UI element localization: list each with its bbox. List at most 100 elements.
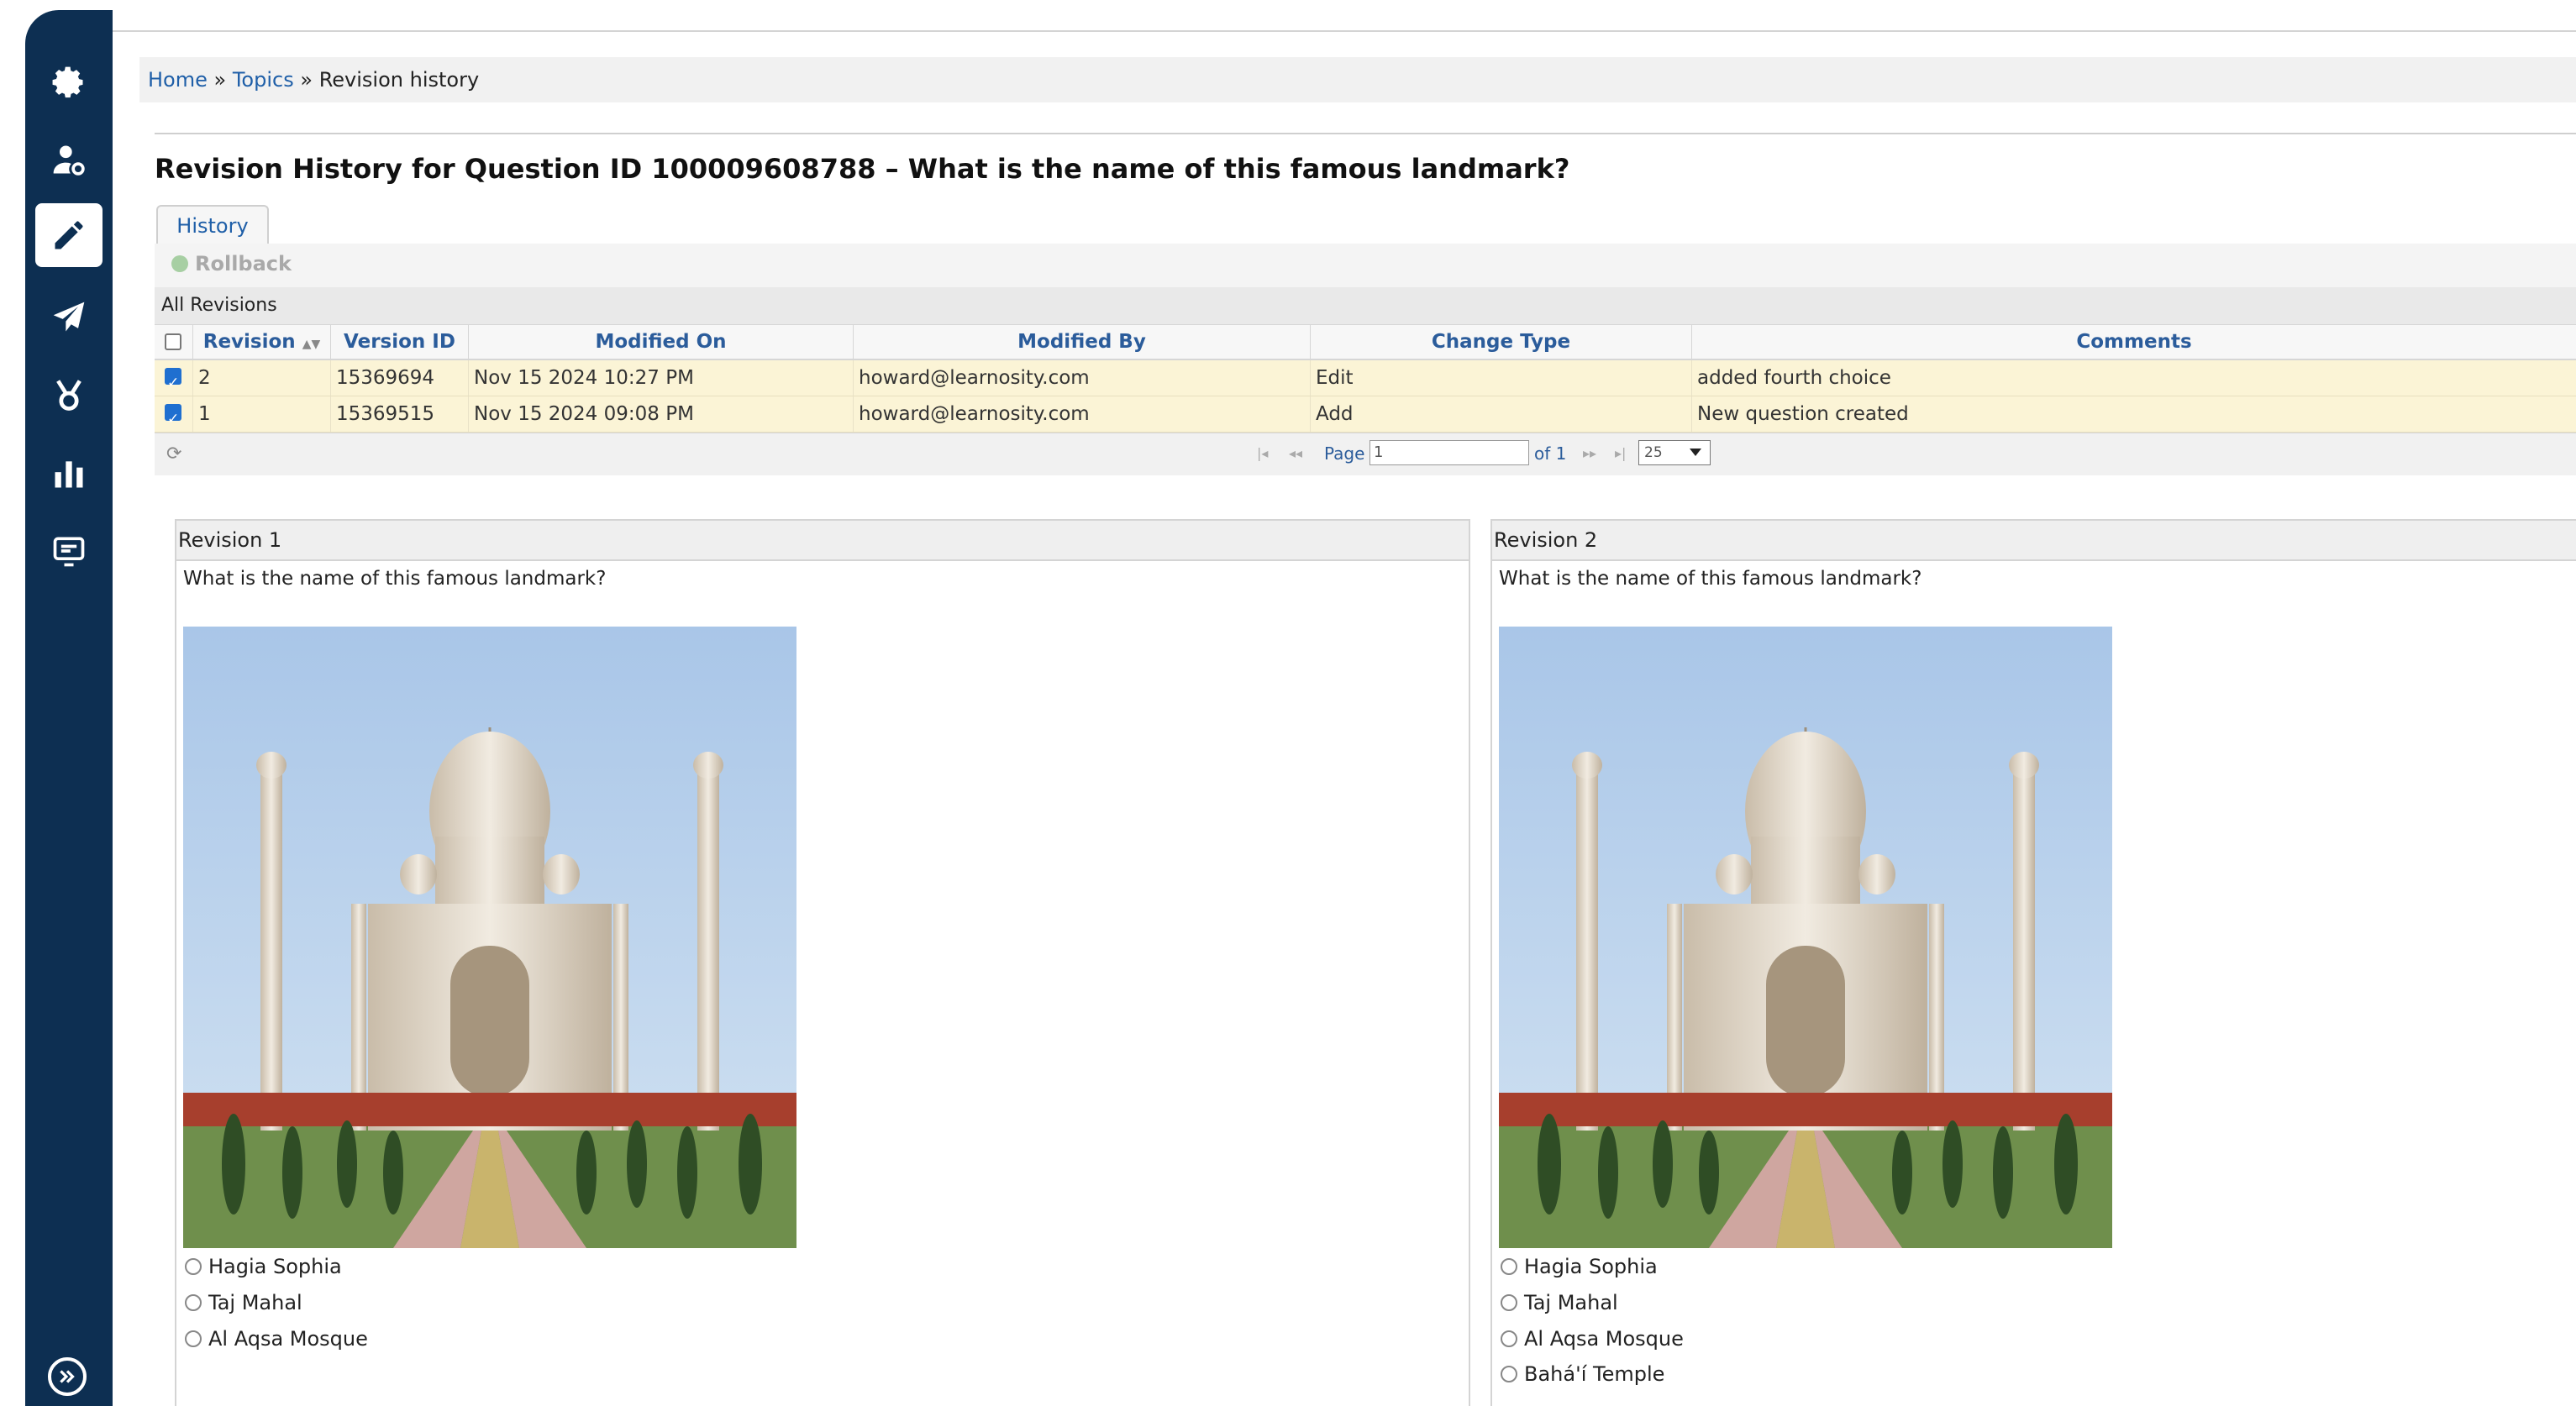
rollback-button[interactable]: Rollback <box>171 252 292 275</box>
column-header-label: Revision <box>202 331 296 353</box>
cell-version-id: 15369515 <box>331 396 469 432</box>
row-select-cell <box>155 396 193 437</box>
revision-title: Revision 1 <box>176 521 1469 561</box>
option-label: Al Aqsa Mosque <box>208 1327 368 1351</box>
double-chevron-right-icon <box>60 1370 75 1383</box>
select-all-checkbox[interactable] <box>165 333 181 350</box>
user-settings-icon <box>53 145 85 176</box>
breadcrumb-separator: » <box>300 68 313 92</box>
radio-button[interactable] <box>185 1258 202 1275</box>
option-label: Al Aqsa Mosque <box>1524 1327 1684 1351</box>
authoring-nav-item[interactable] <box>35 203 103 267</box>
column-header-comments[interactable]: Comments <box>1692 325 2576 359</box>
radio-button[interactable] <box>1501 1330 1517 1347</box>
landmark-image <box>183 627 796 1248</box>
radio-button[interactable] <box>185 1330 202 1347</box>
cell-comments: added fourth choice <box>1697 367 1891 389</box>
grid-caption: All Revisions <box>155 287 2576 325</box>
question-stem: What is the name of this famous landmark… <box>1499 568 1922 590</box>
cell-comments: New question created <box>1697 403 1909 425</box>
settings-nav-item[interactable] <box>35 50 103 114</box>
title-divider <box>155 133 2576 134</box>
sort-arrows-icon: ▲▼ <box>302 338 321 351</box>
radio-button[interactable] <box>1501 1294 1517 1311</box>
monitor-icon <box>53 537 85 567</box>
rollback-icon <box>171 255 188 272</box>
answer-option[interactable]: Hagia Sophia <box>1501 1255 1658 1278</box>
option-label: Hagia Sophia <box>1524 1255 1658 1278</box>
rollback-label: Rollback <box>195 252 292 275</box>
row-checkbox[interactable] <box>165 401 181 437</box>
radio-button[interactable] <box>1501 1258 1517 1275</box>
table-row[interactable]: 1 15369515 Nov 15 2024 09:08 PM howard@l… <box>155 396 2576 437</box>
breadcrumb-current: Revision history <box>318 68 480 92</box>
option-label: Hagia Sophia <box>208 1255 342 1278</box>
top-divider <box>113 30 2576 32</box>
revision-2-panel: Revision 2 What is the name of this famo… <box>1490 519 2576 1406</box>
option-label: Taj Mahal <box>1524 1291 1618 1314</box>
next-page-icon[interactable]: ▸▸ <box>1583 445 1596 461</box>
grid-pager: ⟳ |◂ ◂◂ Page 1 of 1 ▸▸ ▸| 25 <box>155 433 2576 475</box>
answer-option[interactable]: Al Aqsa Mosque <box>1501 1327 1684 1351</box>
cell-modified-by: howard@learnosity.com <box>854 396 1311 432</box>
cell-change-type: Edit <box>1311 360 1692 396</box>
first-page-icon[interactable]: |◂ <box>1257 445 1268 461</box>
refresh-icon[interactable]: ⟳ <box>166 443 181 464</box>
bar-chart-icon <box>55 461 83 488</box>
tab-history[interactable]: History <box>156 205 269 244</box>
breadcrumb: Home » Topics » Revision history <box>139 57 2576 102</box>
revision-1-panel: Revision 1 What is the name of this famo… <box>175 519 1470 1406</box>
badge-icon <box>56 380 81 411</box>
users-nav-item[interactable] <box>35 128 103 191</box>
row-checkbox[interactable] <box>165 365 181 401</box>
landmark-image <box>1499 627 2112 1248</box>
option-label: Taj Mahal <box>208 1291 302 1314</box>
tab-bar: History <box>155 205 2576 245</box>
answer-option[interactable]: Bahá'í Temple <box>1501 1362 1664 1386</box>
answer-option[interactable]: Hagia Sophia <box>185 1255 342 1278</box>
achievements-nav-item[interactable] <box>35 363 103 427</box>
cell-modified-on: Nov 15 2024 09:08 PM <box>469 396 854 432</box>
revisions-grid: All Revisions Revision ▲▼ Version ID Mod… <box>155 287 2576 475</box>
column-header-version-id[interactable]: Version ID <box>331 325 469 359</box>
column-header-modified-by[interactable]: Modified By <box>854 325 1311 359</box>
question-stem: What is the name of this famous landmark… <box>183 568 607 590</box>
page-title: Revision History for Question ID 1000096… <box>155 153 1570 185</box>
gear-icon <box>52 66 83 98</box>
grid-toolbar: Rollback <box>155 244 2576 288</box>
answer-option[interactable]: Taj Mahal <box>185 1291 302 1314</box>
answer-option[interactable]: Taj Mahal <box>1501 1291 1618 1314</box>
page-number-input[interactable]: 1 <box>1369 440 1529 465</box>
radio-button[interactable] <box>1501 1366 1517 1382</box>
column-header-change-type[interactable]: Change Type <box>1311 325 1692 359</box>
table-row[interactable]: 2 15369694 Nov 15 2024 10:27 PM howard@l… <box>155 360 2576 401</box>
breadcrumb-topics-link[interactable]: Topics <box>233 68 294 92</box>
column-header-revision[interactable]: Revision ▲▼ <box>193 325 331 359</box>
page-count-label: of 1 <box>1534 443 1567 464</box>
left-nav-sidebar <box>25 10 113 1406</box>
cell-revision: 1 <box>193 396 331 432</box>
page-size-select[interactable]: 25 <box>1638 440 1711 465</box>
monitor-nav-item[interactable] <box>35 519 103 583</box>
row-select-cell <box>155 360 193 401</box>
column-header-modified-on[interactable]: Modified On <box>469 325 854 359</box>
page-label: Page <box>1324 443 1365 464</box>
pencil-icon <box>55 221 83 249</box>
paper-plane-icon <box>53 302 85 332</box>
reports-nav-item[interactable] <box>35 442 103 506</box>
select-all-cell <box>155 325 193 359</box>
breadcrumb-home-link[interactable]: Home <box>148 68 208 92</box>
last-page-icon[interactable]: ▸| <box>1615 445 1626 461</box>
option-label: Bahá'í Temple <box>1524 1362 1665 1386</box>
cell-revision: 2 <box>193 360 331 396</box>
prev-page-icon[interactable]: ◂◂ <box>1289 445 1302 461</box>
radio-button[interactable] <box>185 1294 202 1311</box>
cell-change-type: Add <box>1311 396 1692 432</box>
grid-header-row: Revision ▲▼ Version ID Modified On Modif… <box>155 325 2576 360</box>
answer-option[interactable]: Al Aqsa Mosque <box>185 1327 368 1351</box>
breadcrumb-separator: » <box>213 68 227 92</box>
cell-modified-by: howard@learnosity.com <box>854 360 1311 396</box>
cell-modified-on: Nov 15 2024 10:27 PM <box>469 360 854 396</box>
publish-nav-item[interactable] <box>35 286 103 349</box>
expand-sidebar-button[interactable] <box>48 1357 87 1396</box>
